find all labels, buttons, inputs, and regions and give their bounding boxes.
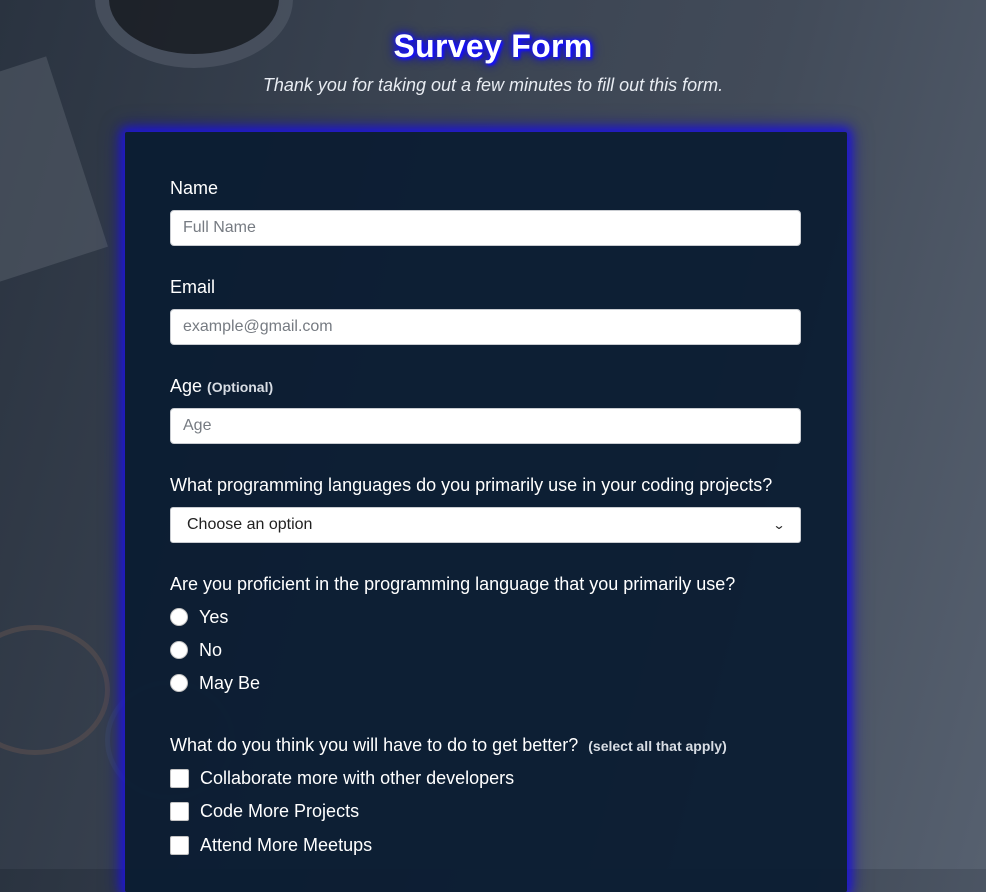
radio-button[interactable]	[170, 641, 188, 659]
languages-selected-value: Choose an option	[187, 516, 313, 533]
proficiency-label: Are you proficient in the programming la…	[170, 574, 736, 594]
radio-label: Yes	[199, 606, 229, 627]
improvement-option-code-projects[interactable]: Code More Projects	[170, 799, 359, 823]
proficiency-option-maybe[interactable]: May Be	[170, 671, 260, 695]
improvements-label-text: What do you think you will have to do to…	[170, 735, 579, 755]
name-label: Name	[170, 178, 219, 198]
background-glasses-left	[0, 625, 110, 755]
proficiency-option-yes[interactable]: Yes	[170, 605, 228, 629]
email-label: Email	[170, 277, 216, 297]
age-field-group: Age (Optional)	[170, 376, 801, 444]
improvement-option-collaborate[interactable]: Collaborate more with other developers	[170, 766, 514, 790]
improvements-label: What do you think you will have to do to…	[170, 735, 801, 756]
page-title: Survey Form	[393, 28, 593, 64]
proficiency-option-no[interactable]: No	[170, 638, 222, 662]
name-field-group: Name	[170, 178, 801, 246]
radio-label: No	[199, 639, 223, 660]
languages-dropdown[interactable]: Choose an option ⌄	[170, 507, 801, 543]
checkbox-label: Attend More Meetups	[200, 834, 373, 855]
survey-form: Name Email Age (Optional) What programmi…	[125, 132, 847, 892]
checkbox-label: Code More Projects	[200, 800, 360, 821]
page-description: Thank you for taking out a few minutes t…	[262, 75, 724, 95]
improvements-field-group: What do you think you will have to do to…	[170, 735, 801, 865]
improvements-note: (select all that apply)	[588, 738, 727, 754]
languages-label: What programming languages do you primar…	[170, 475, 773, 495]
checkbox[interactable]	[170, 835, 189, 855]
email-field-group: Email	[170, 277, 801, 345]
age-label-text: Age	[170, 376, 203, 396]
email-input[interactable]	[170, 309, 801, 345]
improvement-option-meetups[interactable]: Attend More Meetups	[170, 833, 372, 857]
proficiency-field-group: Are you proficient in the programming la…	[170, 574, 801, 704]
languages-field-group: What programming languages do you primar…	[170, 475, 801, 543]
age-optional-note: (Optional)	[207, 379, 274, 395]
name-input[interactable]	[170, 210, 801, 246]
checkbox-label: Collaborate more with other developers	[200, 767, 515, 788]
age-input[interactable]	[170, 408, 801, 444]
radio-label: May Be	[199, 672, 261, 693]
checkbox[interactable]	[170, 768, 189, 788]
chevron-down-icon: ⌄	[772, 518, 786, 532]
radio-button[interactable]	[170, 674, 188, 692]
checkbox[interactable]	[170, 801, 189, 821]
radio-button[interactable]	[170, 608, 188, 626]
page-header: Survey Form Thank you for taking out a f…	[0, 28, 986, 96]
age-label: Age (Optional)	[170, 376, 801, 397]
